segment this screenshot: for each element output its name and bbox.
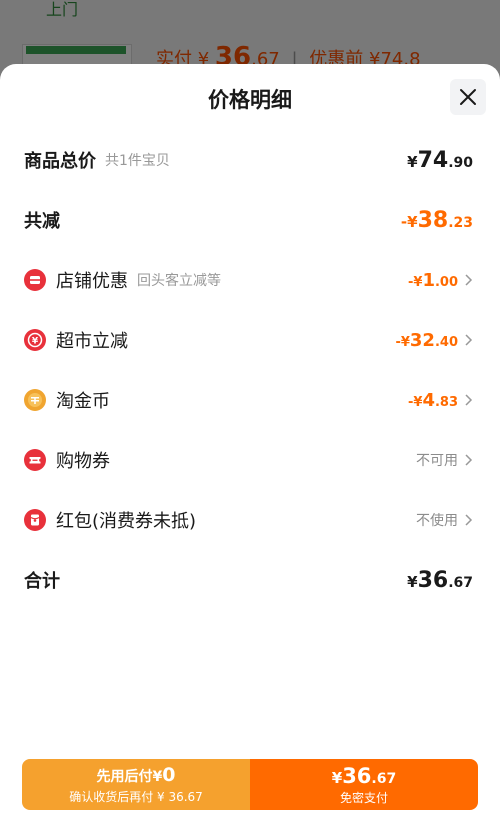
supermarket-discount-amount: -¥32.40: [395, 329, 458, 351]
shopping-voucher-label: 购物券: [56, 451, 110, 472]
row-total-reduction: 共减 -¥38.23: [0, 202, 500, 238]
chevron-right-icon: [465, 334, 473, 346]
shopping-voucher-status: 不可用: [416, 453, 458, 469]
shop-discount-amount: -¥1.00: [407, 269, 458, 291]
red-packet-status: 不使用: [416, 513, 458, 529]
chevron-right-icon: [465, 514, 473, 526]
gold-coin-icon: [24, 389, 46, 411]
chevron-right-icon: [465, 394, 473, 406]
payment-bar: 先用后付¥0 确认收货后再付 ¥ 36.67 ¥36.67 免密支付: [22, 759, 478, 810]
row-gold-coin[interactable]: 淘金币 -¥4.83: [0, 382, 500, 418]
row-shop-discount[interactable]: 店铺优惠 回头客立减等 -¥1.00: [0, 262, 500, 298]
pay-later-button[interactable]: 先用后付¥0 确认收货后再付 ¥ 36.67: [22, 759, 250, 810]
total-price-count: 共1件宝贝: [105, 153, 170, 169]
supermarket-discount-label: 超市立减: [56, 331, 128, 352]
grand-total-label: 合计: [24, 571, 60, 592]
price-detail-sheet: 价格明细 商品总价 共1件宝贝 ¥74.90 共减 -¥38.23 店铺优惠 回: [0, 64, 500, 814]
shop-coupon-icon: [24, 269, 46, 291]
total-price-label: 商品总价: [24, 151, 96, 172]
close-icon: [460, 89, 476, 105]
total-price-amount: ¥74.90: [407, 147, 473, 173]
shop-discount-sub: 回头客立减等: [137, 273, 221, 289]
gold-coin-label: 淘金币: [56, 391, 110, 412]
close-button[interactable]: [450, 79, 486, 115]
sheet-title: 价格明细: [208, 88, 292, 112]
total-reduction-label: 共减: [24, 211, 60, 232]
row-total-price: 商品总价 共1件宝贝 ¥74.90: [0, 142, 500, 178]
pay-now-amount: ¥36.67: [331, 763, 397, 788]
gold-coin-amount: -¥4.83: [407, 389, 458, 411]
row-grand-total: 合计 ¥36.67: [0, 562, 500, 598]
row-red-packet[interactable]: 红包(消费券未抵) 不使用: [0, 502, 500, 538]
red-packet-icon: [24, 509, 46, 531]
grand-total-amount: ¥36.67: [407, 567, 473, 593]
svg-text:¥: ¥: [32, 337, 39, 347]
chevron-right-icon: [465, 274, 473, 286]
row-shopping-voucher[interactable]: 购物券 不可用: [0, 442, 500, 478]
row-supermarket-discount[interactable]: ¥ 超市立减 -¥32.40: [0, 322, 500, 358]
pay-now-subtitle: 免密支付: [339, 790, 388, 805]
pay-later-subtitle: 确认收货后再付 ¥ 36.67: [69, 790, 203, 804]
supermarket-discount-icon: ¥: [24, 329, 46, 351]
voucher-icon: [24, 449, 46, 471]
pay-now-button[interactable]: ¥36.67 免密支付: [250, 759, 478, 810]
pay-later-title: 先用后付¥0: [96, 764, 176, 786]
total-reduction-amount: -¥38.23: [400, 207, 473, 233]
shop-discount-label: 店铺优惠: [56, 271, 128, 292]
chevron-right-icon: [465, 454, 473, 466]
red-packet-label: 红包(消费券未抵): [56, 511, 197, 532]
